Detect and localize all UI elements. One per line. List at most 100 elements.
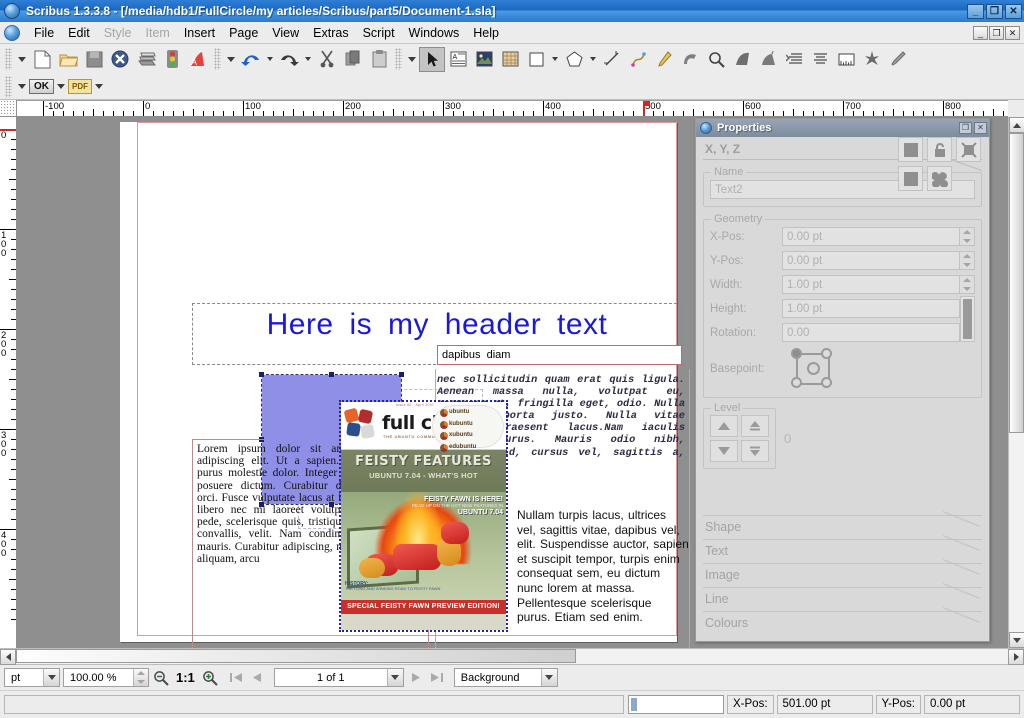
basepoint-top-left[interactable] <box>791 348 802 359</box>
basepoint-bottom-left[interactable] <box>791 377 802 388</box>
save-document-icon[interactable] <box>81 47 107 72</box>
horizontal-scroll-track[interactable] <box>16 649 1008 664</box>
new-document-icon[interactable] <box>29 47 55 72</box>
resize-handle-n[interactable] <box>329 372 334 377</box>
redo-icon[interactable] <box>276 47 302 72</box>
mdi-minimize-button[interactable]: _ <box>973 25 988 40</box>
horizontal-scroll-thumb[interactable] <box>16 649 576 663</box>
pdf-tools-button[interactable]: PDF <box>68 79 92 94</box>
accordion-image[interactable]: Image <box>703 563 982 587</box>
toolbar-grip-3[interactable] <box>395 48 402 70</box>
keep-aspect-ratio-lock[interactable] <box>960 296 975 342</box>
horizontal-ruler[interactable]: -100 0 100 200 300 400 500 600 700 800 <box>17 100 1008 117</box>
last-page-icon[interactable] <box>428 669 446 687</box>
layer-combo[interactable]: Background <box>453 668 558 687</box>
vertical-scroll-thumb[interactable] <box>1009 133 1024 433</box>
tools-overflow-caret[interactable] <box>408 56 416 62</box>
dapibus-text-frame[interactable]: dapibus diam <box>437 345 682 365</box>
print-icon[interactable] <box>133 47 159 72</box>
export-pdf-icon[interactable]: A <box>185 47 211 72</box>
menu-help[interactable]: Help <box>466 24 506 42</box>
link-text-frames-icon[interactable] <box>781 47 807 72</box>
lower-level-button[interactable] <box>710 440 738 462</box>
table-icon[interactable] <box>497 47 523 72</box>
restore-button[interactable]: ❐ <box>986 3 1003 19</box>
accordion-text[interactable]: Text <box>703 539 982 563</box>
properties-close-button[interactable]: ✕ <box>974 122 987 134</box>
freehand-line-icon[interactable] <box>651 47 677 72</box>
accordion-line[interactable]: Line <box>703 587 982 611</box>
shape-icon[interactable] <box>523 47 549 72</box>
edit-contents-icon[interactable] <box>729 47 755 72</box>
zoom-spinner[interactable] <box>133 669 148 686</box>
edit-text-story-editor-icon[interactable] <box>755 47 781 72</box>
xpos-input[interactable]: 0.00 pt <box>782 227 960 246</box>
ruler-corner[interactable] <box>0 100 17 117</box>
copy-icon[interactable] <box>340 47 366 72</box>
toolbar-overflow-caret[interactable] <box>18 56 26 62</box>
paste-icon[interactable] <box>366 47 392 72</box>
width-spinner[interactable] <box>960 275 975 294</box>
cut-icon[interactable] <box>314 47 340 72</box>
unlink-text-frames-icon[interactable] <box>807 47 833 72</box>
text-frame-icon[interactable]: A <box>445 47 471 72</box>
unit-caret[interactable] <box>43 669 59 686</box>
rotation-input[interactable]: 0.00 <box>782 323 960 342</box>
zoom-in-icon[interactable] <box>201 669 219 687</box>
basepoint-top-right[interactable] <box>821 348 832 359</box>
accordion-shape[interactable]: Shape <box>703 515 982 539</box>
menu-insert[interactable]: Insert <box>177 24 222 42</box>
toolbar-grip-2[interactable] <box>214 48 221 70</box>
copy-item-properties-icon[interactable] <box>859 47 885 72</box>
first-page-icon[interactable] <box>228 669 246 687</box>
properties-palette[interactable]: Properties ❐ ✕ X, Y, Z Name Text2 Geomet… <box>695 118 990 642</box>
ypos-input[interactable]: 0.00 pt <box>782 251 960 270</box>
shape-dropdown-caret[interactable] <box>552 57 558 61</box>
page-combo[interactable]: 1 of 1 <box>273 668 404 687</box>
right-body-frame-1[interactable]: Nullam turpis lacus, ultrices vel, sagit… <box>517 508 689 625</box>
lock-size-icon[interactable] <box>956 137 981 162</box>
menu-extras[interactable]: Extras <box>306 24 355 42</box>
eye-dropper-icon[interactable] <box>885 47 911 72</box>
basepoint-bottom-right[interactable] <box>821 377 832 388</box>
resize-handle-ne[interactable] <box>399 372 404 377</box>
next-page-icon[interactable] <box>407 669 425 687</box>
lower-to-bottom-button[interactable] <box>741 440 769 462</box>
preflight-verifier-icon[interactable] <box>159 47 185 72</box>
scroll-right-button[interactable] <box>1008 649 1024 665</box>
rotate-item-icon[interactable] <box>677 47 703 72</box>
bezier-curve-icon[interactable] <box>625 47 651 72</box>
xpos-spinner[interactable] <box>960 227 975 246</box>
horizontal-scrollbar[interactable] <box>0 648 1024 665</box>
scroll-up-button[interactable] <box>1009 117 1024 133</box>
basepoint-selector[interactable] <box>788 348 838 390</box>
undo-dropdown-caret[interactable] <box>267 57 273 61</box>
menu-script[interactable]: Script <box>356 24 402 42</box>
menu-file[interactable]: File <box>27 24 61 42</box>
pdf-toolbar-grip[interactable] <box>5 75 12 98</box>
resize-handle-nw[interactable] <box>259 372 264 377</box>
open-document-icon[interactable] <box>55 47 81 72</box>
vertical-scrollbar[interactable] <box>1008 117 1024 648</box>
menu-windows[interactable]: Windows <box>402 24 467 42</box>
minimize-button[interactable]: _ <box>967 3 984 19</box>
menu-view[interactable]: View <box>265 24 306 42</box>
zoom-spinbox[interactable]: 100.00 % <box>63 668 149 687</box>
magazine-cover-image-frame[interactable]: Issue #0 - April 2007 full circle THE UB… <box>339 400 508 632</box>
polygon-dropdown-caret[interactable] <box>590 57 596 61</box>
menu-page[interactable]: Page <box>222 24 265 42</box>
menu-edit[interactable]: Edit <box>61 24 97 42</box>
previous-page-icon[interactable] <box>249 669 267 687</box>
layer-caret[interactable] <box>540 669 557 686</box>
text-flow-icon[interactable] <box>927 166 952 191</box>
lock-icon[interactable] <box>927 137 952 162</box>
pdf-tools-caret[interactable] <box>95 84 103 89</box>
close-button[interactable]: ✕ <box>1005 3 1022 19</box>
height-input[interactable]: 1.00 pt <box>782 299 960 318</box>
mdi-close-button[interactable]: ✕ <box>1005 25 1020 40</box>
properties-restore-button[interactable]: ❐ <box>959 122 972 134</box>
pdf-ok-button[interactable]: OK <box>29 79 54 94</box>
page-caret[interactable] <box>386 669 403 686</box>
pdf-ok-caret[interactable] <box>57 84 65 89</box>
ypos-spinner[interactable] <box>960 251 975 270</box>
